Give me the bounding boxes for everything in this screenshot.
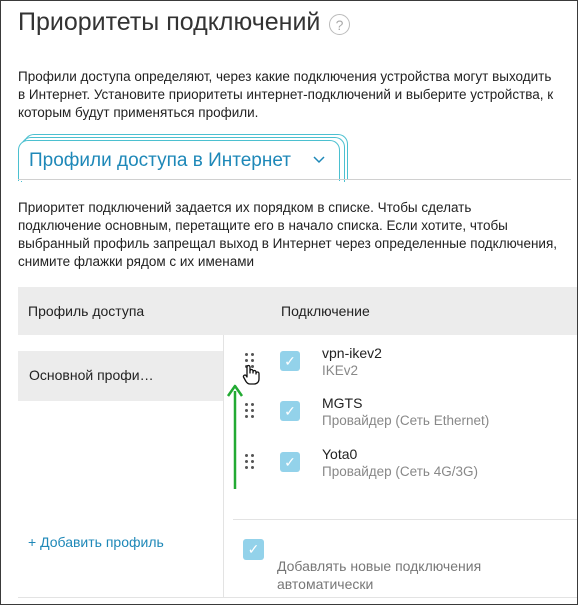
connection-name: MGTS	[322, 395, 363, 411]
grip-icon[interactable]	[245, 454, 255, 470]
column-header-profile: Профиль доступа	[28, 303, 145, 319]
connection-name: vpn-ikev2	[322, 345, 382, 361]
grip-icon[interactable]	[245, 403, 255, 419]
connection-checkbox[interactable]: ✓	[280, 452, 300, 472]
priority-hint: Приоритет подключений задается их порядк…	[18, 200, 558, 269]
connection-checkbox[interactable]: ✓	[280, 401, 300, 421]
tab-label: Профили доступа в Интернет	[29, 150, 291, 171]
page-frame: Приоритеты подключений ? Профили доступа…	[0, 0, 578, 605]
profile-item-main[interactable]: Основной профи…	[18, 351, 223, 401]
chevron-down-icon[interactable]	[313, 151, 325, 167]
tab-divider	[18, 179, 571, 180]
add-profile-link[interactable]: + Добавить профиль	[28, 534, 164, 550]
connection-type: Провайдер (Сеть 4G/3G)	[322, 464, 478, 479]
hand-cursor-icon	[242, 364, 260, 385]
column-header-connection: Подключение	[281, 303, 370, 319]
profile-label: Основной профи…	[29, 367, 154, 383]
auto-add-label: Добавлять новые подключения автоматическ…	[277, 558, 482, 592]
connection-row-mgts[interactable]: ✓ MGTS Провайдер (Сеть Ethernet)	[233, 395, 573, 445]
tab-internet-profiles[interactable]: Профили доступа в Интернет	[18, 140, 340, 181]
table-header: Профиль доступа Подключение	[18, 287, 577, 335]
help-icon[interactable]: ?	[329, 14, 350, 35]
connection-checkbox[interactable]: ✓	[280, 351, 300, 371]
section-divider	[233, 519, 577, 520]
connection-row-yota0[interactable]: ✓ Yota0 Провайдер (Сеть 4G/3G)	[233, 446, 573, 496]
page-description: Профили доступа определяют, через какие …	[18, 69, 554, 120]
connection-row-vpn-ikev2[interactable]: ✓ vpn-ikev2 IKEv2	[233, 345, 573, 395]
profiles-tab-stack: Профили доступа в Интернет	[18, 134, 348, 182]
page-title: Приоритеты подключений	[18, 8, 321, 36]
column-divider	[223, 335, 224, 597]
connection-name: Yota0	[322, 446, 358, 462]
auto-add-checkbox[interactable]: ✓	[243, 539, 264, 560]
connection-type: Провайдер (Сеть Ethernet)	[322, 413, 490, 428]
connection-type: IKEv2	[322, 363, 359, 378]
arrow-up-icon	[226, 384, 244, 489]
bottom-divider	[18, 597, 577, 598]
